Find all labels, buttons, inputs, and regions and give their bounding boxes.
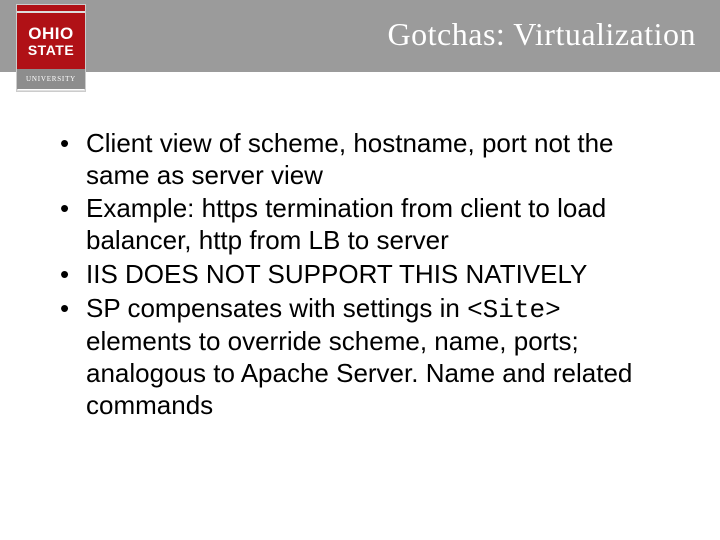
bullet-item: IIS DOES NOT SUPPORT THIS NATIVELY	[56, 259, 672, 291]
code-text: <Site>	[467, 295, 561, 325]
ohio-state-logo: OHIO STATE UNIVERSITY	[16, 4, 86, 92]
bullet-text: Client view of scheme, hostname, port no…	[86, 128, 614, 190]
bullet-text: elements to override scheme, name, ports…	[86, 326, 632, 419]
bullet-text: IIS DOES NOT SUPPORT THIS NATIVELY	[86, 259, 587, 289]
logo-text-ohio: OHIO	[28, 25, 73, 42]
logo-text-state: STATE	[28, 43, 74, 57]
slide-body: Client view of scheme, hostname, port no…	[0, 72, 720, 421]
slide-title: Gotchas: Virtualization	[388, 16, 696, 53]
bullet-text: SP compensates with settings in	[86, 293, 467, 323]
bullet-text: Example: https termination from client t…	[86, 193, 606, 255]
bullet-list: Client view of scheme, hostname, port no…	[56, 128, 672, 421]
bullet-item: SP compensates with settings in <Site> e…	[56, 293, 672, 422]
bullet-item: Client view of scheme, hostname, port no…	[56, 128, 672, 191]
slide-header: OHIO STATE UNIVERSITY Gotchas: Virtualiz…	[0, 0, 720, 72]
bullet-item: Example: https termination from client t…	[56, 193, 672, 256]
logo-text-university: UNIVERSITY	[17, 69, 85, 89]
